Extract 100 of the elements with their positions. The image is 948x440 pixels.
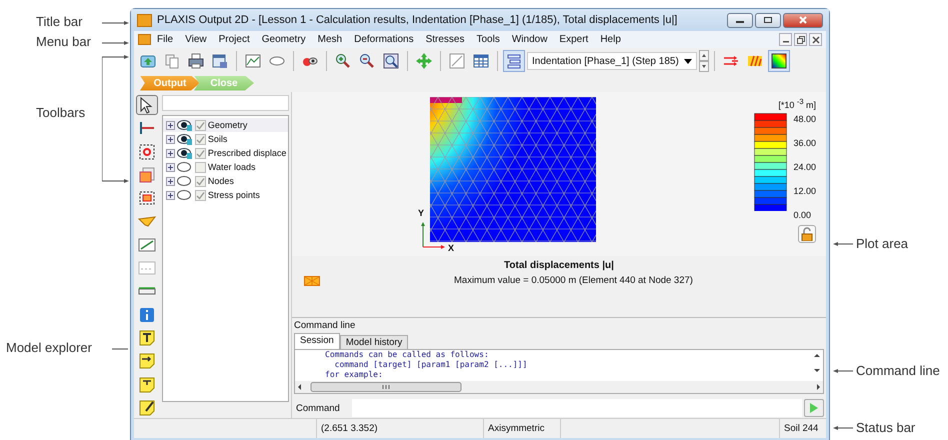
menu-item[interactable]: Project <box>212 34 256 45</box>
command-input[interactable] <box>352 399 802 417</box>
expand-icon[interactable] <box>166 190 175 200</box>
maximize-icon <box>763 16 773 24</box>
legend-value: 12.00 <box>793 186 816 196</box>
status-cell: Axisymmetric <box>484 419 561 438</box>
hidden-eye-icon[interactable] <box>176 175 193 187</box>
close-icon <box>798 16 808 24</box>
menu-item[interactable]: Deformations <box>348 34 420 45</box>
layers-icon[interactable] <box>503 50 525 72</box>
callout-label: Toolbars <box>36 105 86 120</box>
tree-row[interactable]: Prescribed displace <box>162 146 288 160</box>
menu-item[interactable]: Tools <box>470 34 506 45</box>
checkbox[interactable] <box>194 120 206 130</box>
legend-value: 24.00 <box>793 162 816 172</box>
callout-label: Status bar <box>856 420 916 435</box>
tab[interactable]: Session <box>294 333 340 349</box>
hidden-eye-icon[interactable] <box>176 189 193 201</box>
axis-label: Y <box>418 208 424 218</box>
mesh-icon <box>304 276 320 286</box>
tree-row[interactable]: Soils <box>162 132 288 146</box>
tree-item-label: Soils <box>208 134 228 144</box>
result-title: Total displacements |u| <box>504 260 614 271</box>
expand-icon[interactable] <box>166 148 175 158</box>
tree-row[interactable]: Water loads <box>162 160 288 174</box>
menu-item[interactable]: Help <box>594 34 627 45</box>
callout-label: Title bar <box>36 14 82 29</box>
leader-line <box>833 368 853 374</box>
tab[interactable]: Model history <box>340 335 408 349</box>
expand-icon[interactable] <box>166 162 175 172</box>
checkbox[interactable] <box>194 162 206 172</box>
legend-value: 0.00 <box>793 210 812 220</box>
panel-title: Command line <box>294 320 356 333</box>
eye-icon[interactable] <box>176 133 193 145</box>
menu-item[interactable]: Mesh <box>312 34 348 45</box>
legend-value: 48.00 <box>793 114 816 124</box>
status-cell-text: Soil 244 <box>783 422 820 436</box>
menu-item[interactable]: File <box>151 34 180 45</box>
restore-icon <box>796 36 804 44</box>
app-icon <box>138 34 151 45</box>
checkbox[interactable] <box>194 148 206 158</box>
axis-label: X <box>448 243 454 253</box>
tree-item-label: Stress points <box>208 190 260 200</box>
minimize-button[interactable] <box>727 12 753 28</box>
callout-label: Model explorer <box>6 340 92 355</box>
callout-label: Plot area <box>856 236 908 251</box>
step-dropdown[interactable]: Indentation [Phase_1] (Step 185) <box>527 52 697 70</box>
maximum-value-text: Maximum value = 0.05000 m (Element 440 at Node 327) <box>454 275 693 286</box>
tree-row[interactable]: Stress points <box>162 188 288 202</box>
menu-item[interactable]: View <box>179 34 213 45</box>
menu-item[interactable]: Geometry <box>256 34 312 45</box>
leader-line <box>833 241 853 247</box>
menu-item[interactable]: Expert <box>553 34 594 45</box>
eye-icon[interactable] <box>176 119 193 131</box>
play-icon <box>809 402 819 414</box>
checkbox[interactable] <box>194 190 206 200</box>
window-title: PLAXIS Output 2D - [Lesson 1 - Calculation results, Indentation [Phase_1] (1/185), Total displacements |u|] <box>157 14 678 26</box>
tree-item-label: Geometry <box>208 120 248 130</box>
expand-icon[interactable] <box>166 176 175 186</box>
output-line: command [target] [param1 [param2 [...]]] <box>334 360 528 370</box>
output-line: for example: <box>325 370 384 380</box>
maximize-button[interactable] <box>755 12 781 28</box>
minimize-button[interactable] <box>779 33 792 46</box>
shadings-icon[interactable] <box>768 50 790 72</box>
tree-row[interactable]: Nodes <box>162 174 288 188</box>
tree-item-label: Water loads <box>208 162 256 172</box>
search-field[interactable] <box>162 95 289 111</box>
hidden-eye-icon[interactable] <box>176 161 193 173</box>
app-icon <box>137 14 152 26</box>
restore-button[interactable] <box>794 33 807 46</box>
callout-label: Command line <box>856 363 940 378</box>
close-button[interactable] <box>783 12 823 28</box>
tree-item-label: Prescribed displace <box>208 148 286 158</box>
callout-label: Menu bar <box>36 34 91 49</box>
leader-line <box>833 425 853 431</box>
step-spinner[interactable] <box>699 50 709 72</box>
leader-line <box>112 348 128 350</box>
expand-icon[interactable] <box>166 134 175 144</box>
legend-value: 36.00 <box>793 138 816 148</box>
close-button[interactable] <box>809 33 822 46</box>
status-cell: (2.651 3.352) <box>317 419 484 438</box>
cursor-icon[interactable] <box>136 95 158 116</box>
output-line: Commands can be called as follows: <box>325 350 490 360</box>
checkbox[interactable] <box>194 134 206 144</box>
menu-item[interactable]: Stresses <box>420 34 470 45</box>
minimize-icon <box>782 41 788 43</box>
close-icon <box>812 36 820 44</box>
legend-unit: [*10 $^{-3}$ m] <box>778 97 816 110</box>
menu-item[interactable]: Window <box>506 34 554 45</box>
minimize-icon <box>736 21 744 23</box>
field-label: Command <box>295 402 341 414</box>
tree-row[interactable]: Geometry <box>162 118 288 132</box>
eye-icon[interactable] <box>176 147 193 159</box>
dropdown-caret-icon <box>684 58 692 64</box>
tree-item-label: Nodes <box>208 176 234 186</box>
leader-line <box>102 20 130 26</box>
checkbox[interactable] <box>194 176 206 186</box>
lock-icon[interactable] <box>798 225 816 243</box>
expand-icon[interactable] <box>166 120 175 130</box>
leader-line <box>102 40 130 46</box>
